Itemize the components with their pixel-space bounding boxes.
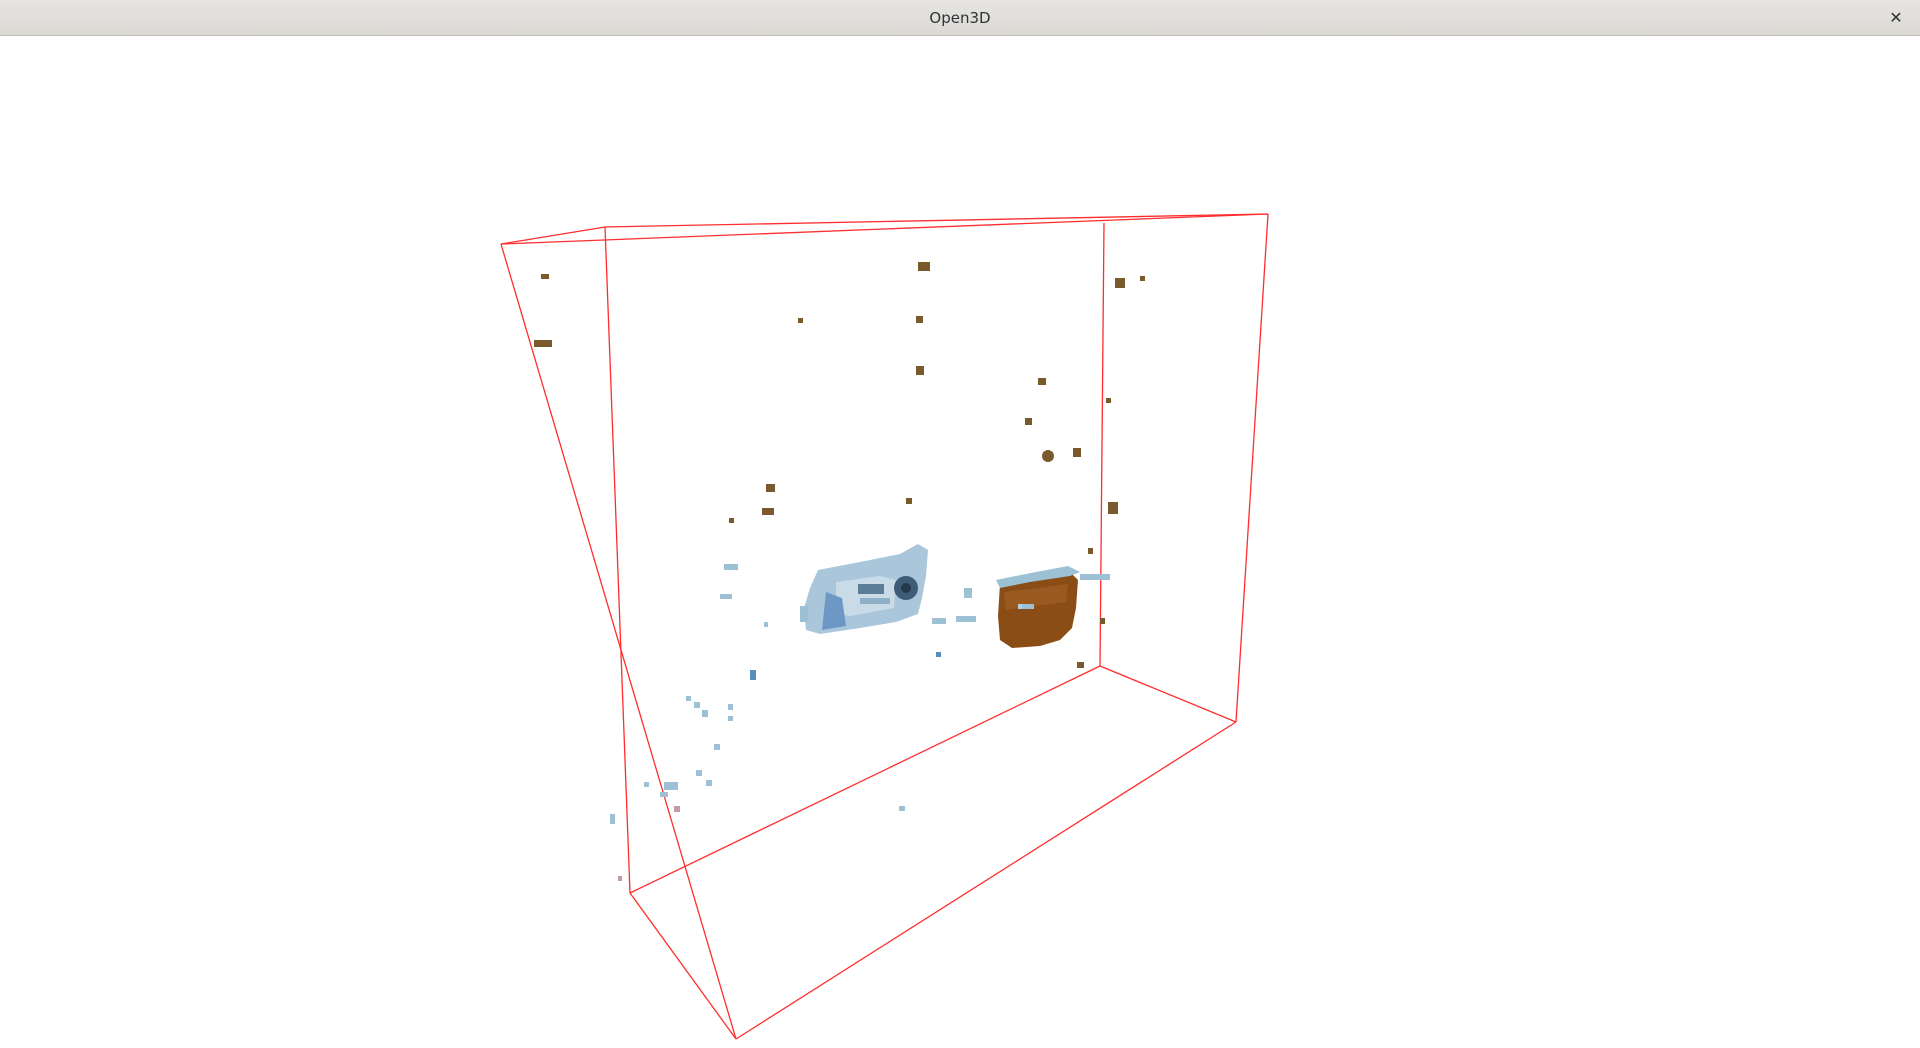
point	[702, 710, 708, 717]
point-cluster-blue-object	[800, 544, 928, 634]
point	[766, 484, 775, 492]
bbox-edge	[500, 213, 1269, 245]
point	[694, 702, 700, 708]
point	[1115, 278, 1125, 288]
point	[1038, 378, 1046, 385]
point	[918, 262, 930, 271]
point	[618, 876, 622, 881]
point	[964, 588, 972, 598]
bbox-edge	[629, 665, 1101, 894]
3d-viewport[interactable]	[0, 36, 1920, 1048]
point	[1088, 548, 1093, 554]
point	[1106, 398, 1111, 403]
point	[728, 716, 733, 721]
point	[1077, 662, 1084, 668]
point	[644, 782, 649, 787]
point	[1108, 502, 1118, 514]
point	[750, 670, 756, 680]
open3d-window: Open3D ✕	[0, 0, 1920, 1048]
bbox-edge	[629, 892, 737, 1040]
point-cluster-brown-object	[996, 566, 1110, 648]
point	[660, 792, 668, 797]
point	[728, 704, 733, 710]
point	[916, 316, 923, 323]
bounding-box	[500, 213, 1269, 1040]
point	[610, 814, 615, 824]
point	[1073, 448, 1081, 457]
bbox-edge	[735, 721, 1237, 1040]
point	[729, 518, 734, 523]
point	[664, 782, 678, 790]
point	[1100, 618, 1105, 624]
point	[798, 318, 803, 323]
title-bar[interactable]: Open3D ✕	[0, 0, 1920, 36]
point	[956, 616, 976, 622]
point	[534, 340, 552, 347]
point	[762, 508, 774, 515]
point	[724, 564, 738, 570]
bbox-edge	[1099, 222, 1105, 667]
point	[906, 498, 912, 504]
scene-canvas[interactable]	[0, 36, 1920, 1048]
point	[1042, 450, 1054, 462]
point	[720, 594, 732, 599]
close-icon[interactable]: ✕	[1884, 6, 1908, 30]
bbox-edge	[1099, 665, 1237, 723]
point	[936, 652, 941, 657]
point	[1025, 418, 1032, 425]
bbox-edge	[1235, 213, 1269, 723]
point	[916, 366, 924, 375]
point	[899, 806, 905, 811]
point	[1140, 276, 1145, 281]
point	[541, 274, 549, 279]
point	[686, 696, 691, 701]
point	[696, 770, 702, 776]
point	[764, 622, 768, 627]
point	[674, 806, 680, 812]
point	[714, 744, 720, 750]
window-title: Open3D	[929, 9, 991, 27]
bbox-edge	[604, 226, 631, 894]
bbox-edge	[500, 243, 737, 1040]
point	[1022, 604, 1034, 609]
bbox-edge	[604, 213, 1269, 228]
point	[932, 618, 946, 624]
point	[706, 780, 712, 786]
